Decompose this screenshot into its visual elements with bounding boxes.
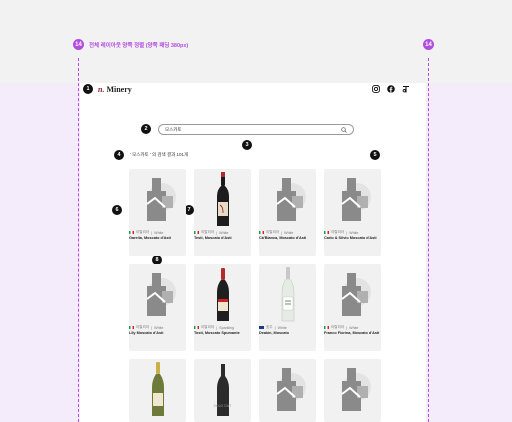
product-name: Deakin, Moscato <box>259 331 289 335</box>
marker-6: 6 <box>112 205 122 215</box>
product-name: Franco Fiorina, Moscato d'Asti <box>324 331 380 335</box>
instagram-icon[interactable] <box>372 85 380 93</box>
product-name: Carlo & Silvio Moscato d'Asti <box>324 236 377 240</box>
logo-text: Minery <box>106 85 132 94</box>
wine-bottle-image <box>259 264 316 323</box>
flag-icon <box>129 326 134 329</box>
placeholder-bottle-image <box>324 359 381 418</box>
annotation-badge-left: 14 <box>73 39 84 50</box>
wine-bottle-image <box>129 359 186 418</box>
placeholder-bottle-image <box>324 169 381 228</box>
wine-bottle-image <box>194 169 251 228</box>
bottle-silhouette-image <box>194 359 251 418</box>
marker-1: 1 <box>83 84 93 94</box>
product-meta: 이탈리아 | White <box>324 325 358 330</box>
logo-mark: n. <box>98 85 105 94</box>
product-card[interactable]: 이탈리아 | White Cà'Bianca, Moscato d'Asti <box>259 169 316 256</box>
guide-line-right <box>428 58 429 422</box>
product-meta: 이탈리아 | White <box>324 230 358 235</box>
product-card[interactable]: 이탈리아 | White Carlo & Silvio Moscato d'Asti <box>324 169 381 256</box>
product-name: Testi, Moscato d'Asti <box>194 236 232 240</box>
product-meta: 이탈리아 | White <box>129 230 163 235</box>
product-meta: 이탈리아 | White <box>259 230 293 235</box>
product-name: Garelia, Moscato d'Asti <box>129 236 171 240</box>
flag-icon <box>324 326 329 329</box>
guide-line-left <box>78 58 79 422</box>
product-card[interactable]: 이탈리아 | White Franco Fiorina, Moscato d'Ast… <box>324 264 381 351</box>
placeholder-bottle-image <box>129 264 186 323</box>
marker-5: 5 <box>370 150 380 160</box>
logo[interactable]: n. Minery <box>98 85 132 94</box>
placeholder-bottle-image <box>324 264 381 323</box>
product-card[interactable]: 이탈리아 | White Lily Moscato d'Asti <box>129 264 186 351</box>
results-summary: ' 모스카토 ' 의 검색 결과 101개 <box>130 152 189 157</box>
facebook-icon[interactable] <box>387 85 395 93</box>
sold-out-label: SOLD OUT <box>213 404 232 408</box>
wine-bottle-image <box>194 264 251 323</box>
product-name: Lily Moscato d'Asti <box>129 331 164 335</box>
annotation-badge-right: 14 <box>423 39 434 50</box>
product-meta: 이탈리아 | White <box>129 325 163 330</box>
product-card[interactable]: 이탈리아 | Sparkling Tosti, Moscato Spumante <box>194 264 251 351</box>
flag-icon <box>259 231 264 234</box>
product-card[interactable]: 이탈리아 | White Garelia, Moscato d'Asti <box>129 169 186 256</box>
product-card[interactable]: 이탈리아 | White Testi, Moscato d'Asti <box>194 169 251 256</box>
product-meta: 호주 | White <box>259 325 287 330</box>
product-meta: 이탈리아 | White <box>194 230 228 235</box>
product-card[interactable]: 호주 | White Deakin, Moscato <box>259 264 316 351</box>
product-meta: 이탈리아 | Sparkling <box>194 325 234 330</box>
search-input[interactable]: 모스카토 <box>158 124 354 135</box>
product-card[interactable] <box>324 359 381 422</box>
flag-icon <box>194 231 199 234</box>
tiktok-icon[interactable] <box>402 85 410 93</box>
placeholder-bottle-image <box>259 169 316 228</box>
marker-3: 3 <box>242 140 252 150</box>
flag-icon <box>259 326 264 329</box>
placeholder-bottle-image <box>259 359 316 418</box>
search-icon[interactable] <box>341 126 347 133</box>
flag-icon <box>324 231 329 234</box>
product-card[interactable] <box>259 359 316 422</box>
flag-icon <box>194 326 199 329</box>
placeholder-bottle-image <box>129 169 186 228</box>
flag-icon <box>129 231 134 234</box>
search-value: 모스카토 <box>165 126 182 132</box>
product-name: Cà'Bianca, Moscato d'Asti <box>259 236 307 240</box>
product-name: Tosti, Moscato Spumante <box>194 331 240 335</box>
product-card[interactable] <box>129 359 186 422</box>
product-card[interactable]: SOLD OUT <box>194 359 251 422</box>
marker-4: 4 <box>114 150 124 160</box>
marker-2: 2 <box>141 124 151 134</box>
annotation-note: 전체 레이아웃 양쪽 정렬 (양쪽 패딩 380px) <box>89 43 189 49</box>
